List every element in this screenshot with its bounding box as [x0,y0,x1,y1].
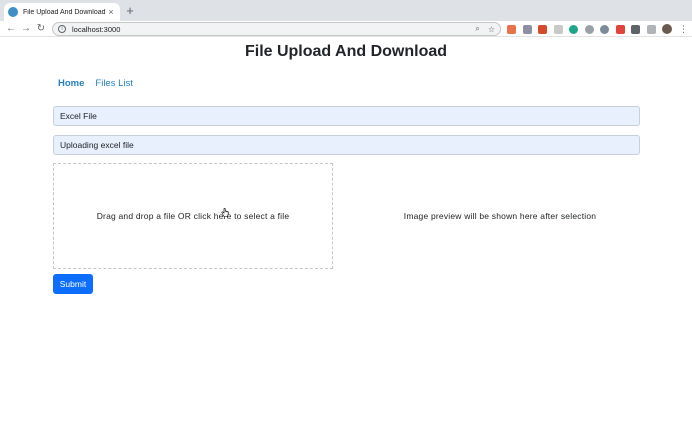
hand-cursor-icon [221,208,229,217]
page-content: File Upload And Download Home Files List… [0,37,692,432]
forward-button[interactable]: → [19,22,33,36]
nav-link-home[interactable]: Home [58,78,84,89]
extension-icon[interactable] [569,24,578,34]
bookmark-star-icon[interactable]: ☆ [488,25,495,34]
extension-icon[interactable] [507,24,516,34]
browser-toolbar: ← → ↻ i localhost:3000 ⌕ ☆ ⋮ [0,21,692,37]
reload-button[interactable]: ↻ [34,22,48,36]
extension-icon[interactable] [584,24,594,34]
extension-icon[interactable] [553,24,563,34]
nav-link-files-list[interactable]: Files List [95,78,132,89]
page-title: File Upload And Download [244,43,448,60]
url-text[interactable]: localhost:3000 [72,25,467,34]
extension-icon[interactable] [538,24,547,34]
extension-icon[interactable] [600,24,609,34]
browser-tabstrip: File Upload And Download × + [0,0,692,21]
browser-tab[interactable]: File Upload And Download × [4,3,120,21]
extensions-area: ⋮ [507,24,688,34]
image-preview-placeholder: Image preview will be shown here after s… [403,211,597,221]
react-favicon-icon [8,7,18,17]
back-button[interactable]: ← [4,22,18,36]
profile-avatar[interactable] [662,24,672,34]
tab-title: File Upload And Download [23,8,106,16]
address-bar[interactable]: i localhost:3000 ⌕ ☆ [52,22,501,36]
extension-icon[interactable] [615,24,625,34]
submit-button[interactable]: Submit [53,274,93,294]
puzzle-extensions-icon[interactable] [631,24,640,34]
file-dropzone[interactable]: Drag and drop a file OR click here to se… [53,163,333,269]
nav-bar: Home Files List [58,78,144,89]
description-input[interactable] [53,135,640,155]
site-info-icon[interactable]: i [58,25,66,33]
extension-icon[interactable] [646,24,656,34]
browser-menu-icon[interactable]: ⋮ [679,24,688,34]
tab-close-icon[interactable]: × [106,7,116,17]
zoom-icon[interactable]: ⌕ [475,24,479,34]
dropzone-text: Drag and drop a file OR click here to se… [96,211,290,221]
title-input[interactable] [53,106,640,126]
new-tab-button[interactable]: + [124,4,136,18]
extension-icon[interactable] [522,24,532,34]
